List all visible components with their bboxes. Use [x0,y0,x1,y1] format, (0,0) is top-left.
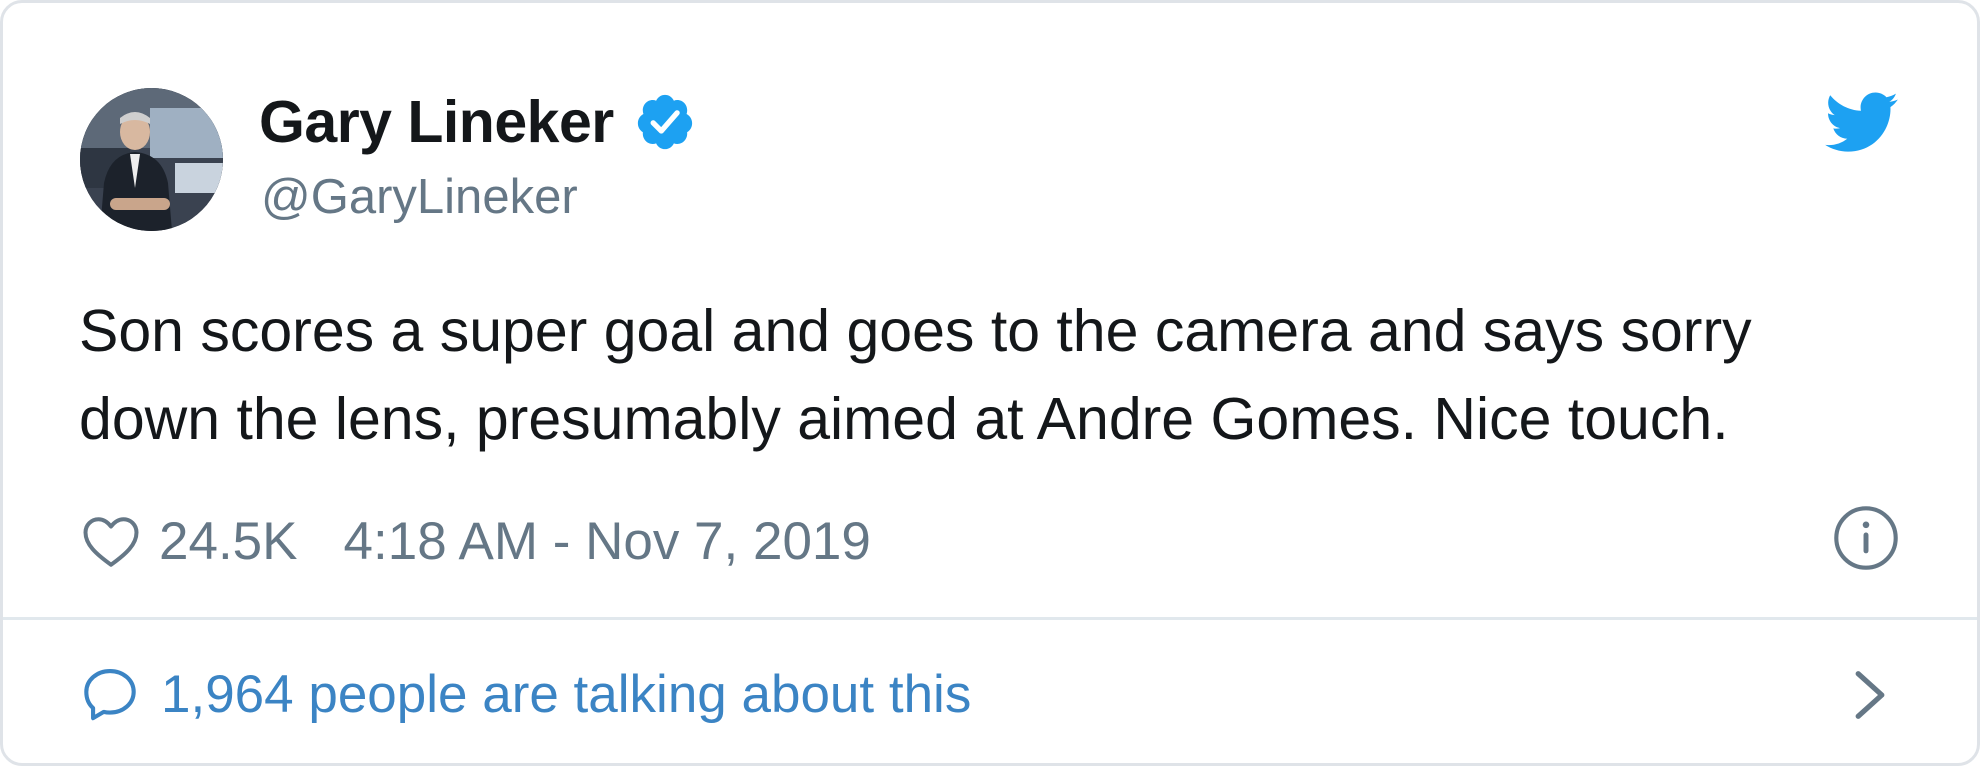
tweet-stats-row: 24.5K 4:18 AM - Nov 7, 2019 [81,503,871,579]
author-display-name[interactable]: Gary Lineker [259,88,614,156]
info-icon[interactable] [1833,505,1899,571]
verified-badge-icon [634,91,696,153]
heart-icon[interactable] [81,513,141,569]
divider [3,617,1977,620]
conversation-link[interactable]: 1,964 people are talking about this [81,657,971,731]
avatar-photo [80,88,223,231]
tweet-card[interactable]: Gary Lineker @GaryLineker Son scores a s… [0,0,1980,766]
tweet-timestamp[interactable]: 4:18 AM - Nov 7, 2019 [344,511,871,572]
speech-bubble-icon [81,665,139,723]
like-count[interactable]: 24.5K [159,511,298,572]
tweet-text-line: down the lens, presumably aimed at Andre… [79,386,1729,452]
author-name-row: Gary Lineker [259,87,696,157]
author-handle[interactable]: @GaryLineker [261,169,578,225]
tweet-text-line: Son scores a super goal and goes to the … [79,298,1752,364]
talking-count-link[interactable]: 1,964 people are talking about this [161,664,971,725]
tweet-text: Son scores a super goal and goes to the … [79,287,1879,463]
chevron-right-icon[interactable] [1853,669,1887,721]
twitter-bird-icon[interactable] [1825,91,1899,155]
avatar[interactable] [80,88,223,231]
